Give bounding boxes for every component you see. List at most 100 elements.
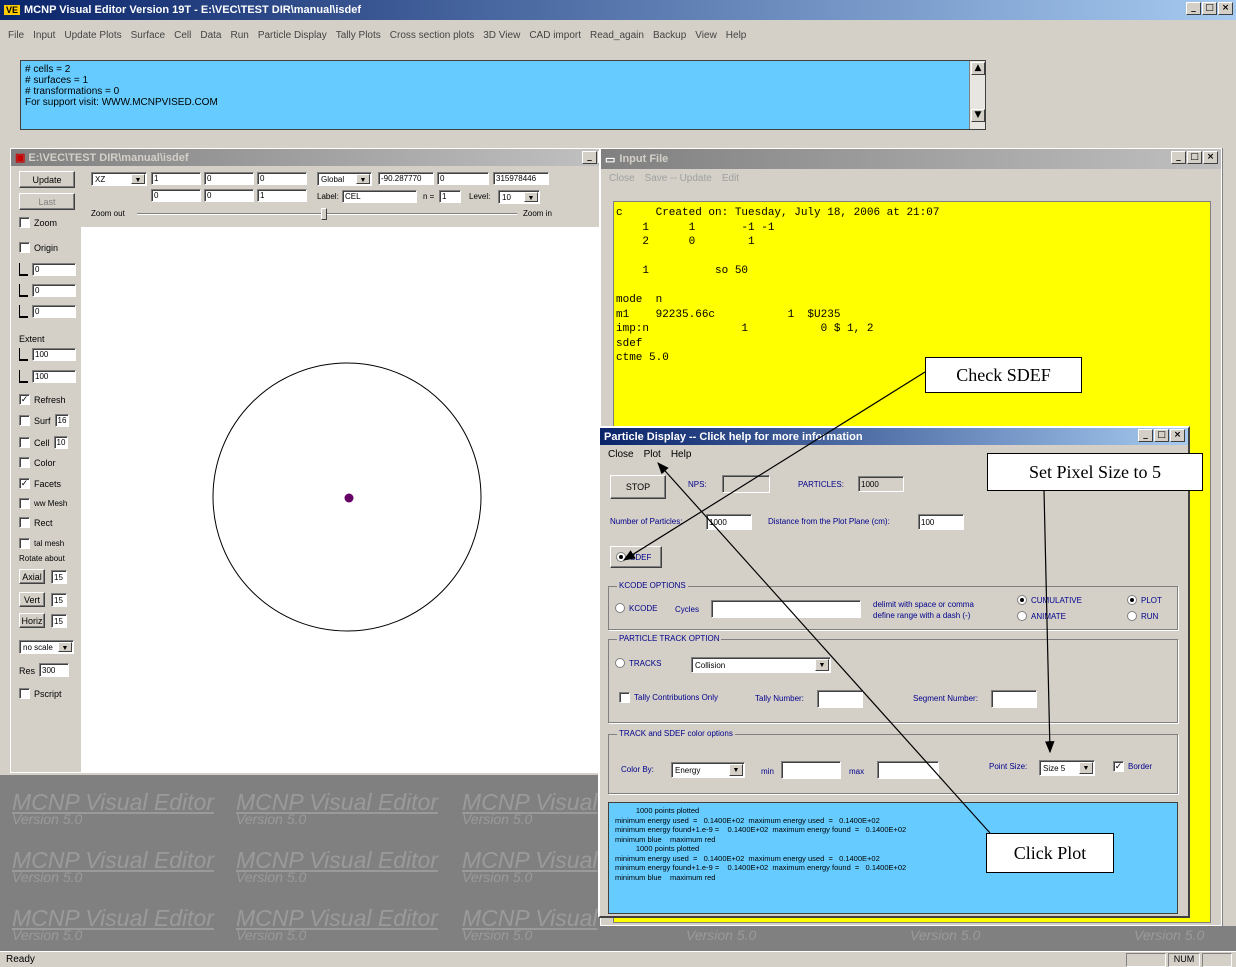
coord-y-field[interactable]: 0 [437, 172, 489, 185]
input-menu-item-close[interactable]: Close [609, 173, 635, 184]
cycles-field[interactable] [711, 600, 861, 618]
sdef-radio[interactable] [616, 552, 626, 562]
close-icon[interactable]: × [1170, 429, 1185, 442]
run-mode-radio[interactable] [1127, 611, 1137, 621]
basis-y-field[interactable]: 0 [204, 189, 254, 202]
menu-item-update-plots[interactable]: Update Plots [64, 30, 121, 41]
cumulative-option[interactable]: CUMULATIVE [1017, 595, 1082, 605]
input-menu-item-save-update[interactable]: Save -- Update [645, 173, 712, 184]
num-particles-field[interactable]: 1000 [706, 514, 752, 530]
menu-close[interactable]: Close [608, 449, 634, 460]
menu-item-particle-display[interactable]: Particle Display [258, 30, 327, 41]
kcode-radio[interactable] [615, 603, 625, 613]
coord-z-field[interactable]: 315978446 [493, 172, 549, 185]
menu-item-run[interactable]: Run [230, 30, 248, 41]
point-size-select[interactable]: Size 5 ▼ [1039, 760, 1095, 776]
sdef-option[interactable]: SDEF [610, 546, 662, 568]
extent-h-slider-icon[interactable] [19, 348, 28, 361]
origin-y-value[interactable]: 0 [32, 284, 76, 297]
menu-item-data[interactable]: Data [200, 30, 221, 41]
menu-item-cell[interactable]: Cell [174, 30, 191, 41]
label-field[interactable]: CEL [342, 190, 417, 203]
origin-checkbox[interactable] [19, 242, 30, 253]
level-select[interactable]: 10 ▼ [498, 190, 540, 204]
scale-select[interactable]: no scale ▼ [19, 640, 74, 654]
tal-mesh-toggle[interactable]: tal mesh [19, 538, 64, 549]
tracks-type-select[interactable]: Collision ▼ [691, 657, 831, 673]
ww-mesh-toggle[interactable]: ww Mesh [19, 498, 67, 509]
tally-contributions-checkbox[interactable] [619, 692, 630, 703]
update-button[interactable]: Update [19, 171, 75, 188]
refresh-checkbox[interactable]: ✓ [19, 394, 30, 405]
minimize-icon[interactable]: _ [1171, 151, 1186, 164]
origin-x-value[interactable]: 0 [32, 263, 76, 276]
cell-checkbox[interactable] [19, 437, 30, 448]
origin-z-value[interactable]: 0 [32, 305, 76, 318]
menu-item-input[interactable]: Input [33, 30, 55, 41]
kcode-option[interactable]: KCODE [615, 603, 657, 613]
zoom-slider-thumb[interactable] [321, 208, 327, 220]
n-field[interactable]: 1 [439, 190, 461, 203]
tal-mesh-checkbox[interactable] [19, 538, 30, 549]
menu-item-surface[interactable]: Surface [131, 30, 165, 41]
maximize-icon[interactable]: □ [1202, 2, 1217, 15]
axial-button[interactable]: Axial [19, 569, 45, 584]
scroll-up-icon[interactable]: ▲ [971, 62, 985, 75]
cell-toggle[interactable]: Cell 10 [19, 436, 68, 449]
menu-item-help[interactable]: Help [726, 30, 747, 41]
menu-item-backup[interactable]: Backup [653, 30, 686, 41]
horiz-button[interactable]: Horiz [19, 613, 45, 628]
surf-toggle[interactable]: Surf 16 [19, 414, 69, 427]
cell-field[interactable]: 10 [53, 436, 68, 449]
animate-radio[interactable] [1017, 611, 1027, 621]
plane-select[interactable]: XZ ▼ [91, 172, 147, 186]
surf-field[interactable]: 16 [54, 414, 69, 427]
close-icon[interactable]: × [1218, 2, 1233, 15]
max-field[interactable] [877, 761, 939, 779]
maximize-icon[interactable]: □ [1154, 429, 1169, 442]
min-field[interactable] [781, 761, 841, 779]
color-checkbox[interactable] [19, 457, 30, 468]
origin-x-slider-icon[interactable] [19, 263, 28, 276]
origin-x-field[interactable]: 1 [151, 172, 201, 185]
surf-checkbox[interactable] [19, 415, 30, 426]
extent-v-slider-icon[interactable] [19, 370, 28, 383]
basis-z-field[interactable]: 1 [257, 189, 307, 202]
menu-plot[interactable]: Plot [644, 449, 661, 460]
facets-checkbox[interactable]: ✓ [19, 478, 30, 489]
menu-item-cross-section-plots[interactable]: Cross section plots [390, 30, 474, 41]
origin-y-field[interactable]: 0 [204, 172, 254, 185]
menu-item-tally-plots[interactable]: Tally Plots [336, 30, 381, 41]
extent-h-value[interactable]: 100 [32, 348, 76, 361]
menu-help[interactable]: Help [671, 449, 692, 460]
cumulative-radio[interactable] [1017, 595, 1027, 605]
tally-contributions-option[interactable]: Tally Contributions Only [619, 692, 718, 703]
coord-x-field[interactable]: -90.287770 [378, 172, 434, 185]
color-by-select[interactable]: Energy ▼ [671, 762, 745, 778]
info-scrollbar[interactable]: ▲ ▼ [969, 61, 985, 129]
extent-v-value[interactable]: 100 [32, 370, 76, 383]
axial-field[interactable]: 15 [51, 570, 67, 584]
run-mode-option[interactable]: RUN [1127, 611, 1158, 621]
rect-toggle[interactable]: Rect [19, 517, 53, 528]
minimize-icon[interactable]: _ [582, 151, 597, 164]
border-option[interactable]: ✓ Border [1113, 761, 1152, 772]
menu-item-cad-import[interactable]: CAD import [529, 30, 581, 41]
origin-toggle[interactable]: Origin [19, 242, 58, 253]
rect-checkbox[interactable] [19, 517, 30, 528]
pscript-toggle[interactable]: Pscript [19, 688, 62, 699]
zoom-slider[interactable] [137, 213, 517, 215]
origin-z-field[interactable]: 0 [257, 172, 307, 185]
vert-button[interactable]: Vert [19, 592, 45, 607]
zoom-checkbox[interactable] [19, 217, 30, 228]
animate-option[interactable]: ANIMATE [1017, 611, 1066, 621]
minimize-icon[interactable]: _ [1186, 2, 1201, 15]
origin-y-slider-icon[interactable] [19, 284, 28, 297]
menu-item-3d-view[interactable]: 3D View [483, 30, 520, 41]
plot-canvas[interactable] [81, 227, 599, 772]
tracks-radio[interactable] [615, 658, 625, 668]
plot-mode-radio[interactable] [1127, 595, 1137, 605]
tally-number-field[interactable] [817, 690, 863, 708]
close-icon[interactable]: × [1203, 151, 1218, 164]
last-button[interactable]: Last [19, 193, 75, 210]
